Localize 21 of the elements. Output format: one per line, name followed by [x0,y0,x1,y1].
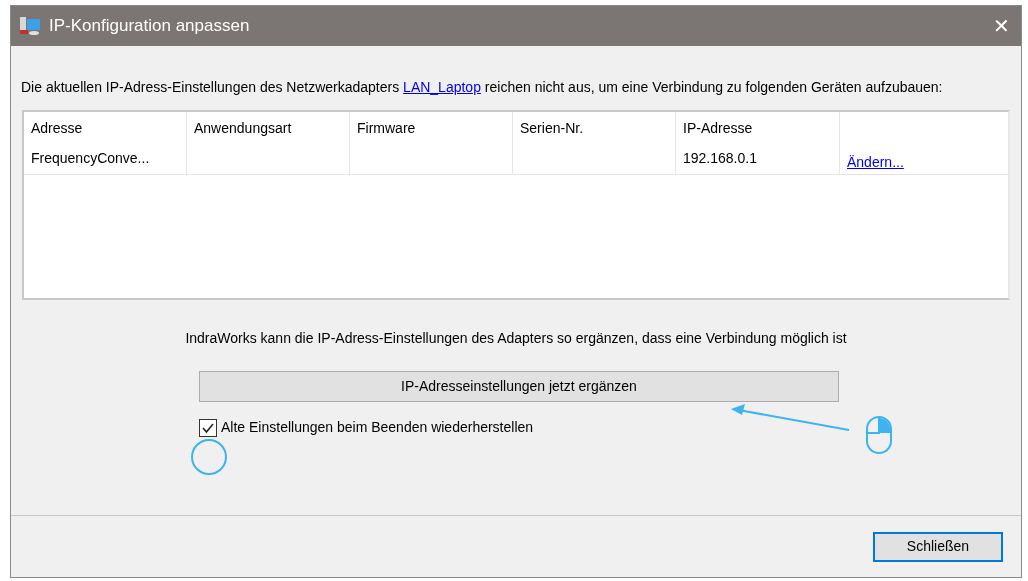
mouse-icon [865,415,893,455]
column-header[interactable]: Adresse [24,112,187,144]
highlight-ring [190,438,228,476]
info-text: IndraWorks kann die IP-Adress-Einstellungen des Adapters so ergänzen, dass eine Verbindung möglich ist [184,329,848,348]
column-header[interactable]: Anwendungsart [187,112,350,144]
table-cell: 192.168.0.1 [683,150,757,166]
adapter-link[interactable]: LAN_Laptop [403,79,481,95]
change-link[interactable]: Ändern... [847,154,904,170]
checkbox-label: Alte Einstellungen beim Beenden wiederherstellen [221,418,534,437]
column-header[interactable]: Serien-Nr. [513,112,676,144]
window-title: IP-Konfiguration anpassen [49,15,250,38]
column-header[interactable]: Firmware [350,112,513,144]
apply-button[interactable]: IP-Adresseinstellungen jetzt ergänzen [199,371,839,402]
close-dialog-button[interactable]: Schließen [873,531,1003,562]
checkbox[interactable] [199,418,217,437]
close-button[interactable]: ✕ [981,6,1021,46]
table-cell: FrequencyConve... [31,150,150,166]
restore-checkbox[interactable]: Alte Einstellungen beim Beenden wiederherstellen [199,417,534,438]
column-header[interactable]: IP-Adresse [676,112,840,144]
intro-text: Die aktuellen IP-Adress-Einstellungen des Netzwerkadapters LAN_Laptop reichen nicht aus, um eine Verbindung zu folgenden Geräten aufzubauen: [21,78,944,96]
network-icon [19,16,41,36]
